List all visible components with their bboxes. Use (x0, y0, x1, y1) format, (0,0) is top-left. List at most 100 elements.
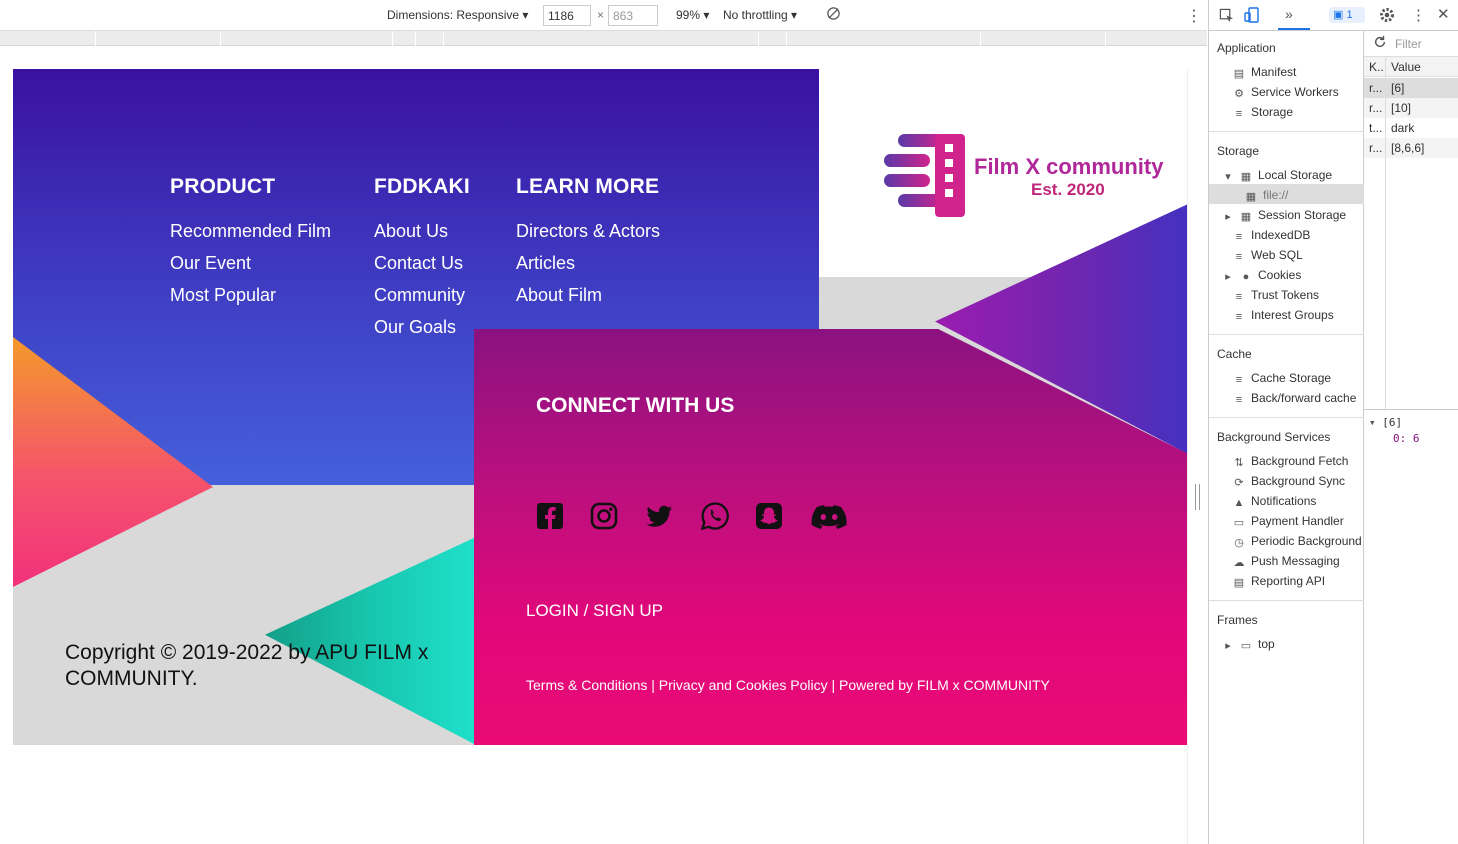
sidebar-item-back-forward-cache[interactable]: ≡ Back/forward cache (1233, 391, 1357, 406)
database-icon: ≡ (1235, 374, 1243, 386)
discord-icon[interactable] (811, 501, 847, 531)
sidebar-item-frame-top[interactable]: ▸ ▭ top (1222, 637, 1274, 652)
collapsed-arrow-icon: ▸ (1225, 271, 1231, 283)
sidebar-item-push-messaging[interactable]: ☁ Push Messaging (1233, 554, 1340, 569)
database-icon: ≡ (1235, 394, 1243, 406)
device-toolbar: Dimensions: Responsive ▾ 1186 × 863 99% … (0, 0, 1207, 31)
devtools-more-icon[interactable]: ⋮ (1411, 6, 1426, 24)
copyright-text: Copyright © 2019-2022 by APU FILM x COMM… (65, 641, 429, 690)
grid-icon: ▦ (1240, 171, 1252, 183)
media-query-ruler (0, 31, 1207, 46)
issues-badge[interactable]: ▣ 1 (1329, 7, 1365, 23)
width-input[interactable]: 1186 (543, 5, 591, 26)
table-header: K.. Value (1364, 57, 1458, 77)
refresh-icon[interactable] (1373, 35, 1387, 49)
sidebar-item-web-sql[interactable]: ≡ Web SQL (1233, 248, 1303, 263)
connect-heading: CONNECT WITH US (536, 394, 735, 417)
preview-head: [6] (1382, 416, 1403, 429)
devtools-toolbar: » ▣ 1 ⋮ ✕ (1209, 0, 1458, 31)
expand-arrow-icon[interactable]: ▾ (1369, 416, 1382, 429)
dimension-separator: × (597, 8, 605, 22)
brand-logo[interactable]: Film X community Est. 2020 (883, 132, 1173, 222)
logo-title: Film X community (974, 154, 1164, 179)
sidebar-item-manifest[interactable]: ▤ Manifest (1233, 65, 1297, 80)
sidebar-item-local-storage[interactable]: ▾ ▦ Local Storage (1222, 168, 1332, 183)
section-application: Application (1217, 41, 1276, 55)
height-input[interactable]: 863 (608, 5, 658, 26)
table-row[interactable]: r... [10] (1364, 98, 1458, 118)
legal-links[interactable]: Terms & Conditions | Privacy and Cookies… (526, 677, 1050, 693)
footer-link[interactable]: Community (374, 285, 470, 306)
preview-line: 0: 6 (1393, 432, 1420, 445)
footer-column-learn-more: LEARN MORE Directors & Actors Articles A… (516, 175, 660, 317)
key-column-header[interactable]: K.. (1369, 60, 1384, 74)
column-title: PRODUCT (170, 175, 276, 198)
table-row[interactable]: r... [8,6,6] (1364, 138, 1458, 158)
whatsapp-icon[interactable] (700, 501, 730, 531)
footer-link[interactable]: Directors & Actors (516, 221, 660, 242)
footer-link[interactable]: Articles (516, 253, 660, 274)
sidebar-item-indexeddb[interactable]: ≡ IndexedDB (1233, 228, 1311, 243)
sidebar-item-reporting-api[interactable]: ▤ Reporting API (1233, 574, 1325, 589)
sidebar-item-background-fetch[interactable]: ⇅ Background Fetch (1233, 454, 1348, 469)
device-toggle-icon[interactable] (1244, 7, 1260, 23)
dimensions-dropdown[interactable]: Dimensions: Responsive ▾ (387, 8, 528, 22)
database-icon: ≡ (1235, 311, 1243, 323)
footer-link[interactable]: Recommended Film (170, 221, 331, 242)
sidebar-item-file[interactable]: ▦ file:// (1245, 188, 1289, 203)
sidebar-item-interest-groups[interactable]: ≡ Interest Groups (1233, 308, 1334, 323)
close-icon[interactable]: ✕ (1437, 5, 1450, 23)
expand-arrow-icon: ▾ (1225, 171, 1231, 183)
sidebar-item-storage[interactable]: ≡ Storage (1233, 105, 1293, 120)
resize-handle[interactable] (1195, 484, 1200, 510)
collapsed-arrow-icon: ▸ (1225, 640, 1231, 652)
sidebar-item-service-workers[interactable]: ⚙ Service Workers (1233, 85, 1339, 100)
devtools-panel: » ▣ 1 ⋮ ✕ Application ▤ Manifest ⚙ Service… (1208, 0, 1458, 844)
login-signup-link[interactable]: LOGIN / SIGN UP (526, 601, 663, 621)
more-tabs-icon[interactable]: » (1285, 6, 1293, 22)
sidebar-item-trust-tokens[interactable]: ≡ Trust Tokens (1233, 288, 1319, 303)
inspect-element-icon[interactable] (1219, 8, 1234, 23)
footer-link[interactable]: Contact Us (374, 253, 470, 274)
sidebar-item-payment-handler[interactable]: ▭ Payment Handler (1233, 514, 1344, 529)
card-icon: ▭ (1233, 517, 1245, 529)
grid-icon: ▦ (1240, 211, 1252, 223)
database-icon: ≡ (1235, 231, 1243, 243)
document-icon: ▤ (1233, 577, 1245, 589)
section-background-services: Background Services (1217, 430, 1331, 444)
sidebar-item-notifications[interactable]: ▲ Notifications (1233, 494, 1317, 509)
zoom-dropdown[interactable]: 99% ▾ (676, 8, 709, 22)
footer-link[interactable]: Our Goals (374, 317, 470, 338)
logo-subtitle: Est. 2020 (1031, 180, 1105, 199)
facebook-icon[interactable] (535, 501, 565, 531)
sidebar-item-cache-storage[interactable]: ≡ Cache Storage (1233, 371, 1331, 386)
grid-icon: ▦ (1245, 191, 1257, 203)
filter-input[interactable]: Filter (1395, 37, 1422, 51)
footer-link[interactable]: About Film (516, 285, 660, 306)
table-row[interactable]: t... dark (1364, 118, 1458, 138)
twitter-icon[interactable] (644, 501, 674, 531)
footer-column-fddkaki: FDDKAKI About Us Contact Us Community Ou… (374, 175, 470, 349)
document-icon: ▤ (1233, 68, 1245, 80)
active-tab-indicator (1278, 28, 1310, 30)
footer-link[interactable]: Our Event (170, 253, 331, 274)
throttling-dropdown[interactable]: No throttling ▾ (723, 8, 797, 22)
table-row[interactable]: r... [6] (1364, 78, 1458, 98)
settings-gear-icon[interactable] (1379, 7, 1395, 23)
sidebar-item-cookies[interactable]: ▸ ● Cookies (1222, 268, 1301, 283)
footer-link[interactable]: About Us (374, 221, 470, 242)
sidebar-item-background-sync[interactable]: ⟳ Background Sync (1233, 474, 1345, 489)
value-column-header[interactable]: Value (1391, 60, 1421, 74)
section-storage: Storage (1217, 144, 1260, 158)
instagram-icon[interactable] (589, 501, 619, 531)
footer-link[interactable]: Most Popular (170, 285, 331, 306)
sidebar-item-session-storage[interactable]: ▸ ▦ Session Storage (1222, 208, 1346, 223)
value-preview: ▾ [6] 0: 6 (1369, 416, 1420, 445)
snapchat-icon[interactable] (754, 501, 784, 531)
sidebar-item-periodic-background[interactable]: ◷ Periodic Background (1233, 534, 1362, 549)
gear-icon: ⚙ (1234, 88, 1244, 100)
rotate-icon[interactable] (826, 6, 841, 24)
more-options-icon[interactable]: ⋮ (1186, 6, 1202, 26)
issues-count: 1 (1346, 9, 1353, 21)
page-footer: PRODUCT Recommended Film Our Event Most … (13, 69, 1188, 844)
